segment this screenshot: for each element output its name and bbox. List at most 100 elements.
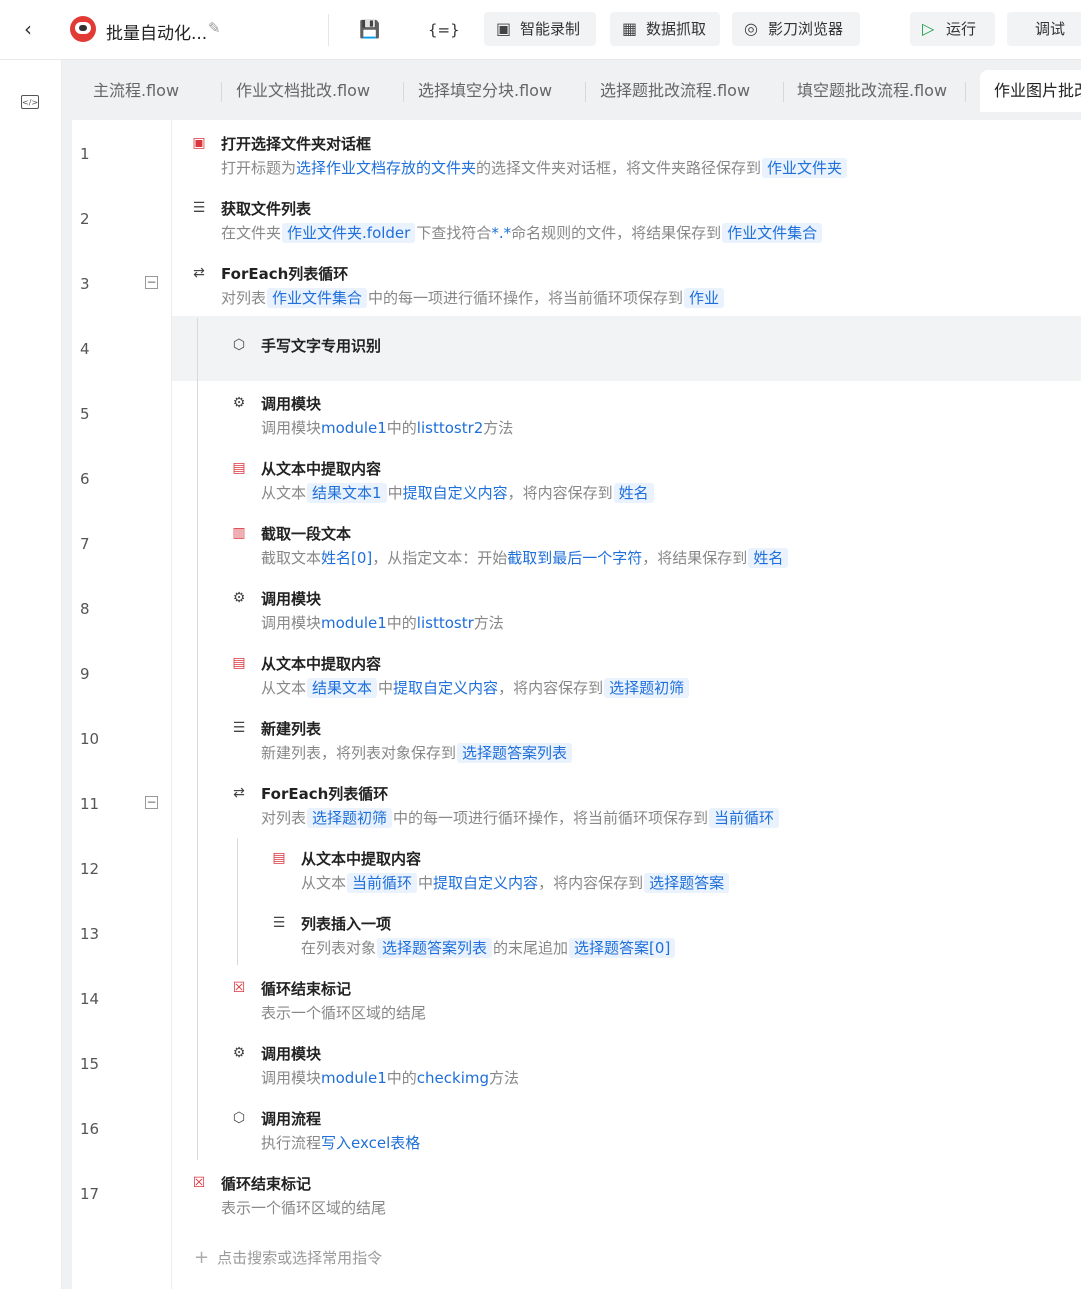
step-description[interactable]: 调用模块module1中的listtostr2方法: [261, 417, 513, 438]
data-scrape-button[interactable]: ▦ 数据抓取: [610, 12, 720, 46]
variable-chip[interactable]: 作业: [684, 288, 725, 308]
step-description[interactable]: 表示一个循环区域的结尾: [221, 1197, 386, 1218]
tab-choice-fill-split[interactable]: 选择填空分块.flow: [418, 60, 552, 112]
tab-choice-grading[interactable]: 选择题批改流程.flow: [600, 60, 750, 112]
variable-chip[interactable]: 作业文件夹.folder: [282, 223, 416, 243]
project-title[interactable]: 批量自动化...: [106, 19, 207, 44]
chevron-left-icon[interactable]: ‹: [17, 18, 39, 40]
param-link[interactable]: module1: [321, 614, 387, 632]
step-description[interactable]: 调用模块module1中的checkimg方法: [261, 1067, 519, 1088]
step-description[interactable]: 截取文本姓名[0]，从指定文本：开始截取到最后一个字符，将结果保存到 姓名: [261, 547, 789, 568]
variable-chip[interactable]: 选择题初筛: [604, 678, 690, 698]
module-icon: ⚙: [232, 395, 246, 411]
variable-chip[interactable]: 当前循环: [709, 808, 780, 828]
code-icon[interactable]: </>: [21, 95, 39, 109]
step-title[interactable]: 列表插入一项: [301, 913, 391, 934]
param-link[interactable]: 选择作业文档存放的文件夹: [296, 159, 476, 177]
param-link[interactable]: module1: [321, 1069, 387, 1087]
variable-chip[interactable]: 选择题答案列表: [377, 938, 493, 958]
variable-chip[interactable]: 选择题答案: [644, 873, 730, 893]
debug-button[interactable]: 调试: [1007, 12, 1081, 46]
edit-pencil-icon[interactable]: ✎: [208, 19, 221, 37]
line-number: 8: [80, 600, 90, 618]
table-icon: ▦: [622, 19, 638, 38]
step-title[interactable]: 从文本中提取内容: [301, 848, 421, 869]
param-link[interactable]: 提取自定义内容: [403, 484, 508, 502]
tab-main-flow[interactable]: 主流程.flow: [93, 60, 179, 112]
step-description[interactable]: 在文件夹 作业文件夹.folder 下查找符合*.*命名规则的文件，将结果保存到 作业…: [221, 222, 823, 243]
param-link[interactable]: listtostr2: [417, 419, 484, 437]
param-link[interactable]: *.*: [491, 224, 511, 242]
variable-chip[interactable]: 姓名: [613, 483, 654, 503]
desc-text: 执行流程: [261, 1134, 322, 1152]
param-link[interactable]: 截取到最后一个字符: [507, 549, 642, 567]
step-description[interactable]: 表示一个循环区域的结尾: [261, 1002, 426, 1023]
param-link[interactable]: 姓名[0]: [321, 549, 372, 567]
variable-chip[interactable]: 结果文本1: [307, 483, 387, 503]
add-command-hint[interactable]: + 点击搜索或选择常用指令: [194, 1247, 382, 1268]
add-command-label: 点击搜索或选择常用指令: [217, 1249, 383, 1267]
step-description[interactable]: 执行流程写入excel表格: [261, 1132, 420, 1153]
step-description[interactable]: 在列表对象 选择题答案列表 的末尾追加 选择题答案[0]: [301, 937, 676, 958]
step-description[interactable]: 对列表 选择题初筛 中的每一项进行循环操作，将当前循环项保存到 当前循环: [261, 807, 780, 828]
step-description[interactable]: 从文本 当前循环 中提取自定义内容，将内容保存到 选择题答案: [301, 872, 730, 893]
param-link[interactable]: listtostr: [417, 614, 474, 632]
line-number: 9: [80, 665, 90, 683]
step-title[interactable]: 调用模块: [261, 588, 321, 609]
layers-icon: ⬡: [232, 1110, 246, 1126]
save-icon[interactable]: 💾: [356, 16, 384, 44]
variable-chip[interactable]: 选择题答案[0]: [569, 938, 676, 958]
step-title[interactable]: 从文本中提取内容: [261, 653, 381, 674]
step-title[interactable]: 打开选择文件夹对话框: [221, 133, 371, 154]
step-description[interactable]: 新建列表，将列表对象保存到 选择题答案列表: [261, 742, 573, 763]
param-link[interactable]: checkimg: [417, 1069, 489, 1087]
step-title[interactable]: 循环结束标记: [221, 1173, 311, 1194]
variable-chip[interactable]: 作业文件集合: [267, 288, 368, 308]
step-description[interactable]: 调用模块module1中的listtostr方法: [261, 612, 504, 633]
step-title[interactable]: 获取文件列表: [221, 198, 311, 219]
fold-toggle-collapse[interactable]: −: [145, 276, 158, 289]
variable-chip[interactable]: 作业文件夹: [762, 158, 848, 178]
desc-text: 在列表对象: [301, 939, 377, 957]
line-number: 5: [80, 405, 90, 423]
step-description[interactable]: 从文本 结果文本1 中提取自定义内容，将内容保存到 姓名: [261, 482, 655, 503]
line-number: 11: [80, 795, 100, 813]
tab-homework-image[interactable]: 作业图片批改: [980, 70, 1081, 112]
param-link[interactable]: 提取自定义内容: [393, 679, 498, 697]
step-description[interactable]: 对列表 作业文件集合 中的每一项进行循环操作，将当前循环项保存到 作业: [221, 287, 725, 308]
app-logo: [70, 16, 96, 42]
tab-fill-grading[interactable]: 填空题批改流程.flow: [797, 60, 947, 112]
browser-button[interactable]: ◎ 影刀浏览器: [732, 12, 860, 46]
step-title[interactable]: 手写文字专用识别: [261, 335, 381, 356]
variable-chip[interactable]: 选择题初筛: [307, 808, 393, 828]
step-title[interactable]: 调用流程: [261, 1108, 321, 1129]
desc-text: 中: [418, 874, 434, 892]
param-link[interactable]: module1: [321, 419, 387, 437]
run-button[interactable]: ▷ 运行: [910, 12, 995, 46]
tab-divider: [783, 82, 784, 102]
step-description[interactable]: 打开标题为选择作业文档存放的文件夹的选择文件夹对话框，将文件夹路径保存到 作业文件…: [221, 157, 848, 178]
step-description[interactable]: 从文本 结果文本 中提取自定义内容，将内容保存到 选择题初筛: [261, 677, 690, 698]
variable-chip[interactable]: 姓名: [748, 548, 789, 568]
variable-chip[interactable]: 当前循环: [347, 873, 418, 893]
video-camera-icon: ▣: [496, 19, 512, 38]
fold-toggle-collapse[interactable]: −: [145, 796, 158, 809]
line-number: 2: [80, 210, 90, 228]
variable-chip[interactable]: 作业文件集合: [722, 223, 823, 243]
smart-record-button[interactable]: ▣ 智能录制: [484, 12, 596, 46]
variable-chip[interactable]: 选择题答案列表: [457, 743, 573, 763]
variables-icon[interactable]: {=}: [428, 16, 460, 44]
step-title[interactable]: 截取一段文本: [261, 523, 351, 544]
step-title[interactable]: 循环结束标记: [261, 978, 351, 999]
step-title[interactable]: 调用模块: [261, 393, 321, 414]
tab-homework-doc[interactable]: 作业文档批改.flow: [236, 60, 370, 112]
step-title[interactable]: ForEach列表循环: [221, 263, 348, 284]
step-title[interactable]: 从文本中提取内容: [261, 458, 381, 479]
param-link[interactable]: 写入excel表格: [321, 1134, 420, 1152]
param-link[interactable]: 提取自定义内容: [433, 874, 538, 892]
step-title[interactable]: 新建列表: [261, 718, 321, 739]
step-title[interactable]: 调用模块: [261, 1043, 321, 1064]
step-title[interactable]: ForEach列表循环: [261, 783, 388, 804]
line-number: 15: [80, 1055, 100, 1073]
variable-chip[interactable]: 结果文本: [307, 678, 378, 698]
